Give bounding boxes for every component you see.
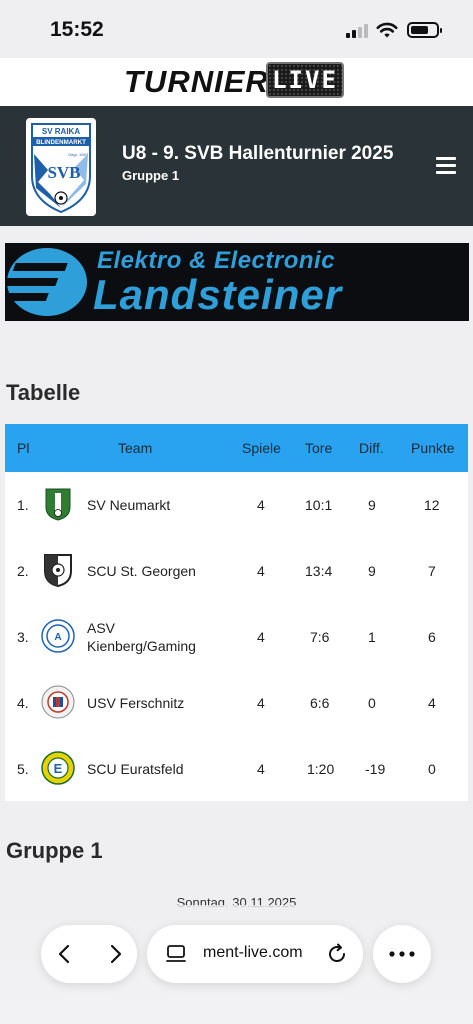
logo-text-top: SV RAIKA — [42, 127, 80, 136]
scu-st-georgen-crest-icon — [44, 554, 72, 587]
battery-icon — [407, 22, 442, 38]
row-position: 2. — [17, 563, 29, 579]
games-played: 4 — [257, 695, 265, 711]
row-position: 5. — [17, 761, 29, 777]
usv-ferschnitz-crest-icon — [41, 685, 75, 719]
logo-letters: SVB — [47, 163, 80, 182]
points: 0 — [428, 761, 436, 777]
row-position: 4. — [17, 695, 29, 711]
goals: 13:4 — [305, 563, 333, 579]
svg-text:E: E — [54, 761, 63, 776]
reader-view-icon[interactable] — [165, 943, 187, 965]
col-points: Punkte — [411, 440, 455, 456]
team-name: SCU Euratsfeld — [87, 761, 184, 777]
games-played: 4 — [257, 497, 265, 513]
battery-level — [411, 26, 428, 34]
brand-bar[interactable]: TURNIER LIVE — [0, 58, 473, 106]
goal-diff: 0 — [368, 695, 376, 711]
col-diff: Diff. — [359, 440, 384, 456]
more-options-button[interactable] — [373, 925, 431, 983]
goal-diff: 9 — [368, 563, 376, 579]
status-time: 15:52 — [50, 18, 104, 41]
tournament-subtitle: Gruppe 1 — [122, 168, 180, 183]
games-played: 4 — [257, 629, 265, 645]
logo-text-mid: BLINDENMARKT — [36, 139, 86, 146]
points: 7 — [428, 563, 436, 579]
sv-neumarkt-crest-icon — [45, 488, 71, 521]
navigation-pill — [41, 925, 137, 983]
goal-diff: -19 — [365, 761, 386, 777]
forward-arrow-icon[interactable] — [103, 942, 127, 966]
logo-year: Gegr. 1947 — [68, 152, 89, 157]
tournament-header: SV RAIKA BLINDENMARKT SVB Gegr. 1947 U8 … — [0, 106, 473, 226]
goals: 10:1 — [305, 497, 333, 513]
games-played: 4 — [257, 761, 265, 777]
standings-table: Pl Team Spiele Tore Diff. Punkte 1. SV N… — [5, 424, 468, 801]
points: 12 — [424, 497, 440, 513]
goal-diff: 9 — [368, 497, 376, 513]
row-position: 1. — [17, 497, 29, 513]
team-name: USV Ferschnitz — [87, 695, 185, 711]
col-team: Team — [118, 440, 153, 456]
tournament-title: U8 - 9. SVB Hallenturnier 2025 — [122, 143, 394, 164]
address-bar[interactable]: ment-live.com — [147, 925, 363, 983]
sponsor-logo-icon — [5, 248, 87, 316]
scu-euratsfeld-crest-icon: E — [41, 751, 75, 785]
col-pl: Pl — [17, 440, 30, 456]
url-text: ment-live.com — [203, 944, 303, 961]
team-name: SCU St. Georgen — [87, 563, 196, 579]
games-played: 4 — [257, 563, 265, 579]
hamburger-menu-icon[interactable] — [436, 157, 456, 175]
reload-icon[interactable] — [325, 942, 349, 966]
sponsor-line2: Landsteiner — [93, 271, 343, 318]
standings-title: Tabelle — [6, 380, 81, 405]
table-header: Pl Team Spiele Tore Diff. Punkte — [5, 424, 468, 472]
points: 6 — [428, 629, 436, 645]
wifi-icon — [376, 22, 398, 38]
svg-text:A: A — [54, 632, 61, 643]
back-arrow-icon[interactable] — [53, 942, 77, 966]
club-logo: SV RAIKA BLINDENMARKT SVB Gegr. 1947 — [26, 118, 96, 216]
ellipsis-icon — [389, 951, 415, 957]
cellular-signal-icon — [346, 24, 370, 38]
col-goals: Tore — [305, 440, 333, 456]
team-name: SV Neumarkt — [87, 497, 171, 513]
col-games: Spiele — [242, 440, 281, 456]
brand-live-badge: LIVE — [266, 62, 344, 98]
brand-live-text: LIVE — [272, 66, 338, 94]
row-position: 3. — [17, 629, 29, 645]
table-row[interactable]: 4. USV Ferschnitz 4 6:6 0 4 — [5, 669, 468, 735]
table-row[interactable]: 5. E SCU Euratsfeld 4 1:20 -19 0 — [5, 735, 468, 801]
asv-kienberg-crest-icon: A — [41, 619, 75, 653]
goals: 6:6 — [310, 695, 330, 711]
brand-name: TURNIER — [124, 64, 269, 99]
table-row[interactable]: 2. SCU St. Georgen 4 13:4 9 7 — [5, 537, 468, 603]
points: 4 — [428, 695, 436, 711]
team-name-line2: Kienberg/Gaming — [87, 638, 196, 654]
status-bar: 15:52 — [0, 0, 473, 58]
goals: 1:20 — [307, 761, 335, 777]
goals: 7:6 — [310, 629, 330, 645]
team-name-line1: ASV — [87, 620, 116, 636]
table-row[interactable]: 3. A ASV Kienberg/Gaming 4 7:6 1 6 — [5, 603, 468, 669]
sponsor-banner[interactable]: Elektro & Electronic Landsteiner — [5, 243, 469, 321]
group-title: Gruppe 1 — [6, 838, 103, 863]
table-row[interactable]: 1. SV Neumarkt 4 10:1 9 12 — [5, 471, 468, 537]
goal-diff: 1 — [368, 629, 376, 645]
